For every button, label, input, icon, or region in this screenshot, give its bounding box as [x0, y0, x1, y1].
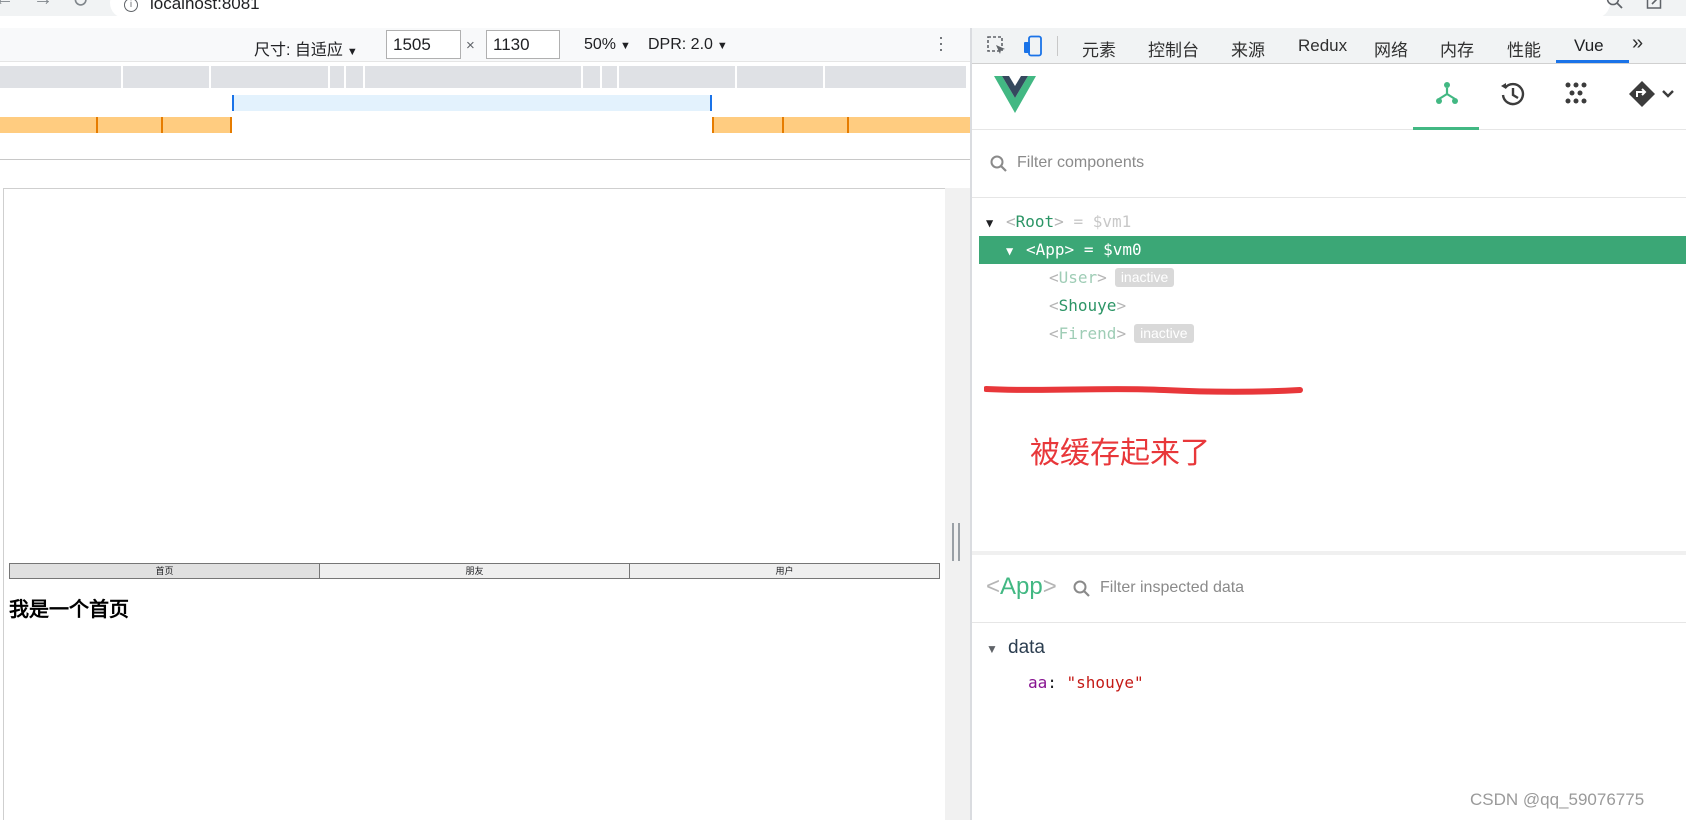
more-tabs-icon[interactable]: »	[1632, 32, 1643, 55]
inspector-pane: <App> Filter inspected data ▼ data aa: "s…	[972, 551, 1686, 820]
vue-active-tab-underline	[1413, 127, 1479, 130]
height-input[interactable]	[486, 30, 560, 59]
inspected-component-title: <App>	[986, 573, 1057, 600]
url-text: localhost:8081	[150, 0, 260, 13]
zoom-select[interactable]: 50% ▼	[584, 36, 631, 54]
active-tab-underline	[1556, 60, 1629, 63]
dropdown-arrow-icon: ▼	[346, 46, 358, 58]
tab-network[interactable]: 网络	[1374, 36, 1408, 61]
collapse-arrow-icon[interactable]: ▼	[1006, 237, 1026, 265]
filter-inspected-data-input[interactable]: Filter inspected data	[1100, 579, 1244, 597]
times-sign: ×	[466, 37, 475, 54]
vue-devtools-header	[972, 64, 1686, 130]
watermark: CSDN @qq_59076775	[1470, 790, 1645, 809]
annotation-underline	[984, 386, 1303, 395]
data-section-toggle[interactable]: ▼ data	[986, 637, 1045, 659]
more-options-icon[interactable]: · · ·	[938, 28, 944, 58]
dpr-select[interactable]: DPR: 2.0 ▼	[648, 36, 728, 54]
back-icon[interactable]: ←	[0, 0, 14, 11]
media-query-bar-left[interactable]	[0, 117, 232, 133]
browser-chrome: ← → ↻ i localhost:8081	[0, 0, 1686, 16]
resize-handle-icon[interactable]	[952, 523, 960, 561]
tree-node-app[interactable]: ▼ <App> = $vm0	[979, 236, 1686, 264]
zoom-icon[interactable]	[1606, 0, 1624, 15]
tab-console[interactable]: 控制台	[1148, 36, 1199, 61]
search-icon	[1072, 579, 1092, 604]
tab-home[interactable]: 首页	[10, 564, 320, 578]
components-icon[interactable]	[1434, 80, 1460, 111]
device-viewport: 首页 朋友 用户 我是一个首页	[3, 188, 945, 820]
tab-user[interactable]: 用户	[630, 564, 939, 578]
device-toggle-icon[interactable]	[1022, 35, 1044, 62]
forward-icon[interactable]: →	[33, 0, 53, 11]
toolbar-separator	[1057, 36, 1058, 56]
component-filter[interactable]: Filter components	[972, 144, 1686, 198]
timeline-icon[interactable]	[1499, 80, 1527, 113]
page-heading: 我是一个首页	[9, 599, 129, 621]
inspect-element-icon[interactable]	[986, 35, 1008, 62]
page-tab-bar: 首页 朋友 用户	[9, 563, 940, 579]
dropdown-arrow-icon: ▼	[620, 40, 631, 52]
annotation-text: 被缓存起来了	[1030, 436, 1210, 471]
tab-elements[interactable]: 元素	[1082, 36, 1116, 61]
inactive-badge: inactive	[1114, 268, 1175, 287]
tree-node-root[interactable]: ▼ <Root> = $vm1	[986, 208, 1131, 236]
media-query-bar-top[interactable]	[0, 66, 966, 88]
tab-performance[interactable]: 性能	[1507, 36, 1541, 61]
info-icon[interactable]: i	[124, 0, 138, 12]
width-input[interactable]	[386, 30, 461, 59]
device-toolbar: 尺寸: 自适应▼ × 50%▼ DPR: 2.0▼ ···	[0, 28, 970, 62]
address-bar[interactable]: i localhost:8081	[110, 0, 1610, 16]
tab-vue[interactable]: Vue	[1574, 36, 1604, 56]
ruler-divider	[0, 159, 970, 160]
tab-sources[interactable]: 来源	[1231, 36, 1265, 61]
collapse-arrow-icon[interactable]: ▼	[986, 209, 1006, 237]
tab-redux[interactable]: Redux	[1298, 36, 1347, 56]
media-query-bar-right[interactable]	[712, 117, 970, 133]
tab-friend[interactable]: 朋友	[320, 564, 630, 578]
data-property[interactable]: aa: "shouye"	[1028, 673, 1144, 692]
edit-icon[interactable]	[1646, 0, 1664, 15]
inactive-badge: inactive	[1134, 324, 1194, 343]
dropdown-arrow-icon: ▼	[716, 40, 728, 52]
tree-node-shouye[interactable]: <Shouye>	[1049, 292, 1126, 320]
media-query-bar-middle[interactable]	[232, 95, 712, 111]
tree-node-user[interactable]: <User> inactive	[1049, 264, 1175, 292]
vuex-icon[interactable]	[1563, 80, 1589, 111]
dimensions-select[interactable]: 尺寸: 自适应 ▼	[254, 36, 358, 60]
reload-icon[interactable]: ↻	[72, 0, 89, 13]
filter-components-input[interactable]: Filter components	[1017, 154, 1144, 172]
devtools-tabbar: 元素 控制台 来源 Redux 网络 内存 性能 Vue »	[972, 28, 1686, 64]
vue-logo-icon	[994, 76, 1036, 119]
router-icon[interactable]	[1628, 80, 1684, 113]
inspector-header: <App> Filter inspected data	[972, 555, 1686, 623]
tab-memory[interactable]: 内存	[1440, 36, 1474, 61]
tree-node-firend[interactable]: <Firend> inactive	[1049, 320, 1194, 348]
search-icon	[989, 154, 1009, 179]
viewport-scrollbar[interactable]	[945, 188, 970, 820]
collapse-arrow-icon: ▼	[986, 642, 998, 656]
